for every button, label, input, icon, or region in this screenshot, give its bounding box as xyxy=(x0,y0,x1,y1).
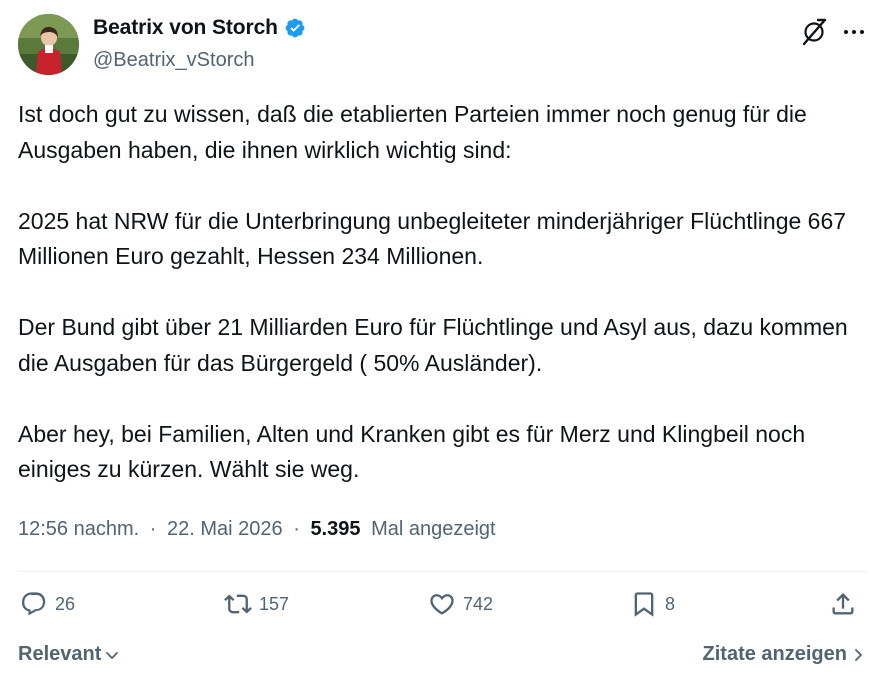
verified-badge-icon[interactable] xyxy=(284,17,306,39)
quotes-label: Zitate anzeigen xyxy=(702,643,847,665)
retweet-icon xyxy=(224,594,252,614)
bookmark-count: 8 xyxy=(665,593,676,614)
share-button[interactable] xyxy=(829,590,857,618)
avatar-image xyxy=(18,14,79,75)
meta-separator: · xyxy=(293,518,300,540)
sort-label: Relevant xyxy=(18,643,102,665)
more-options-icon[interactable] xyxy=(842,22,866,42)
author-row: Beatrix von Storch xyxy=(93,16,306,40)
tweet-paragraph: Ist doch gut zu wissen, daß die etablier… xyxy=(18,101,807,163)
author-handle[interactable]: @Beatrix_vStorch xyxy=(93,49,254,72)
action-bar: 26 157 742 8 xyxy=(18,590,868,624)
tweet-date[interactable]: 22. Mai 2026 xyxy=(167,518,283,540)
tweet-meta: 12:56 nachm. · 22. Mai 2026 · 5.395 Mal … xyxy=(18,518,496,541)
tweet-paragraph: Aber hey, bei Familien, Alten und Kranke… xyxy=(18,420,806,483)
like-icon xyxy=(430,594,454,615)
author-name[interactable]: Beatrix von Storch xyxy=(93,16,278,40)
share-icon xyxy=(832,593,854,615)
bookmark-button[interactable]: 8 xyxy=(630,590,675,618)
like-count: 742 xyxy=(463,593,494,614)
retweet-button[interactable]: 157 xyxy=(224,590,289,618)
reply-icon xyxy=(22,592,46,616)
tweet-text: Ist doch gut zu wissen, daß die etablier… xyxy=(18,97,874,488)
chevron-down-icon xyxy=(106,651,119,659)
tweet-time[interactable]: 12:56 nachm. xyxy=(18,518,139,540)
views-label: Mal angezeigt xyxy=(371,518,496,540)
like-button[interactable]: 742 xyxy=(428,590,493,618)
bookmark-icon xyxy=(634,592,654,617)
divider xyxy=(18,571,868,572)
sort-replies-button[interactable]: Relevant xyxy=(18,643,120,666)
tweet-paragraph: Der Bund gibt über 21 Milliarden Euro fü… xyxy=(18,314,848,376)
reply-count: 26 xyxy=(55,593,76,614)
avatar[interactable] xyxy=(18,14,79,75)
chevron-right-icon xyxy=(855,648,862,661)
grok-icon[interactable] xyxy=(800,18,828,46)
tweet-paragraph: 2025 hat NRW für die Unterbringung unbeg… xyxy=(18,207,847,270)
views-count: 5.395 xyxy=(310,518,361,540)
reply-button[interactable]: 26 xyxy=(20,590,75,618)
view-quotes-link[interactable]: Zitate anzeigen xyxy=(703,643,866,666)
retweet-count: 157 xyxy=(259,593,290,614)
meta-separator: · xyxy=(149,518,157,540)
